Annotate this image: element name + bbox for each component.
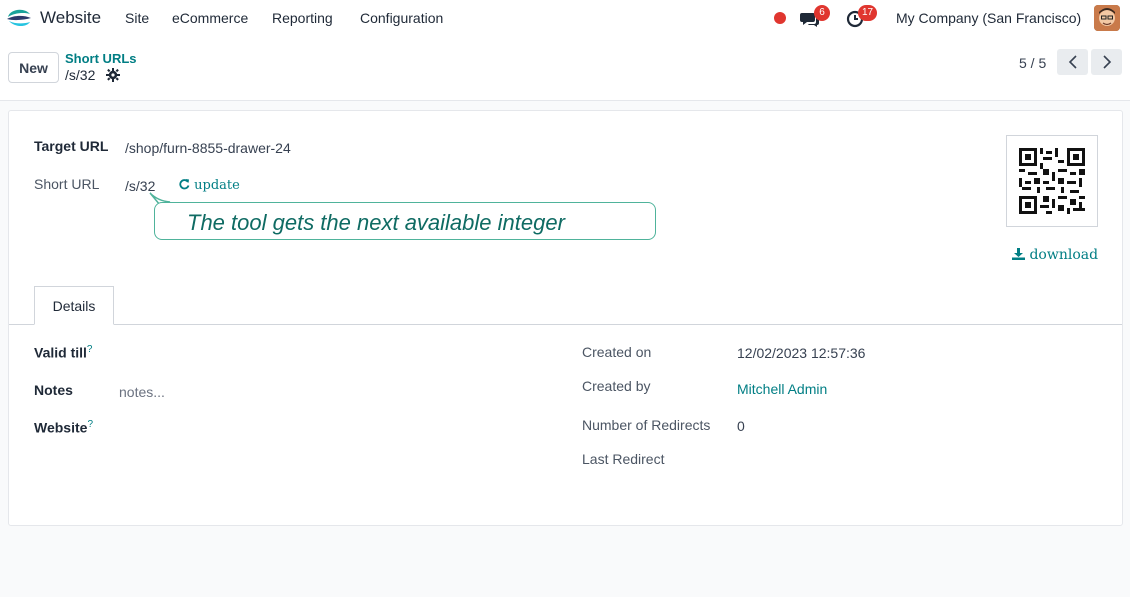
target-url-field[interactable]: /shop/furn-8855-drawer-24	[125, 140, 291, 156]
notes-field[interactable]: notes...	[119, 384, 165, 400]
tab-divider	[9, 324, 1122, 325]
top-navbar: Website Site eCommerce Reporting Configu…	[0, 0, 1130, 37]
control-panel: New Short URLs /s/32 5 / 5	[0, 37, 1130, 101]
update-link[interactable]: update	[178, 178, 240, 193]
update-label: update	[194, 178, 240, 193]
valid-till-label: Valid till?	[34, 344, 92, 361]
website-field[interactable]	[119, 417, 549, 439]
menu-site[interactable]: Site	[125, 10, 149, 26]
valid-till-help-icon[interactable]: ?	[87, 344, 93, 355]
created-on-label: Created on	[582, 344, 652, 360]
tab-details[interactable]: Details	[34, 286, 114, 325]
refresh-icon	[179, 179, 190, 190]
short-url-label: Short URL	[34, 176, 100, 192]
target-url-label: Target URL	[34, 138, 109, 154]
menu-ecommerce[interactable]: eCommerce	[172, 10, 248, 26]
website-label: Website?	[34, 419, 93, 436]
gear-icon[interactable]	[106, 68, 120, 82]
menu-reporting[interactable]: Reporting	[272, 10, 333, 26]
chat-count-badge: 6	[814, 5, 830, 21]
last-redirect-label: Last Redirect	[582, 451, 665, 467]
qr-code-icon	[1019, 148, 1085, 214]
download-label: download	[1029, 247, 1099, 263]
valid-till-label-text: Valid till	[34, 344, 87, 361]
recording-indicator-icon[interactable]	[774, 12, 786, 24]
notes-label: Notes	[34, 382, 73, 398]
company-switcher[interactable]: My Company (San Francisco)	[896, 10, 1081, 26]
app-title[interactable]: Website	[40, 8, 101, 28]
pager-value[interactable]: 5 / 5	[1019, 55, 1046, 71]
website-help-icon[interactable]: ?	[87, 419, 93, 430]
user-avatar[interactable]	[1094, 5, 1120, 31]
chevron-right-icon	[1102, 55, 1111, 69]
qr-code-image	[1006, 135, 1098, 227]
menu-configuration[interactable]: Configuration	[360, 10, 443, 26]
website-label-text: Website	[34, 419, 88, 436]
annotation-callout: The tool gets the next available integer	[154, 202, 656, 240]
redirects-value: 0	[737, 418, 745, 434]
callout-text: The tool gets the next available integer	[187, 210, 565, 235]
created-by-link[interactable]: Mitchell Admin	[737, 381, 827, 397]
form-sheet: Target URL /shop/furn-8855-drawer-24 Sho…	[8, 110, 1123, 526]
created-on-value: 12/02/2023 12:57:36	[737, 345, 866, 361]
pager-next-button[interactable]	[1091, 49, 1122, 75]
website-app-icon[interactable]	[6, 7, 32, 29]
valid-till-field[interactable]	[119, 342, 549, 364]
new-button[interactable]: New	[8, 52, 59, 83]
user-avatar-icon	[1094, 5, 1120, 31]
activity-count-badge: 17	[858, 5, 878, 21]
pager-previous-button[interactable]	[1057, 49, 1088, 75]
download-icon	[1012, 248, 1025, 260]
breadcrumb-current: /s/32	[65, 67, 96, 83]
chevron-left-icon	[1068, 55, 1077, 69]
redirects-label: Number of Redirects	[582, 417, 711, 433]
created-by-label: Created by	[582, 378, 651, 394]
download-link[interactable]: download	[1012, 247, 1098, 263]
breadcrumb-short-urls[interactable]: Short URLs	[65, 51, 137, 66]
